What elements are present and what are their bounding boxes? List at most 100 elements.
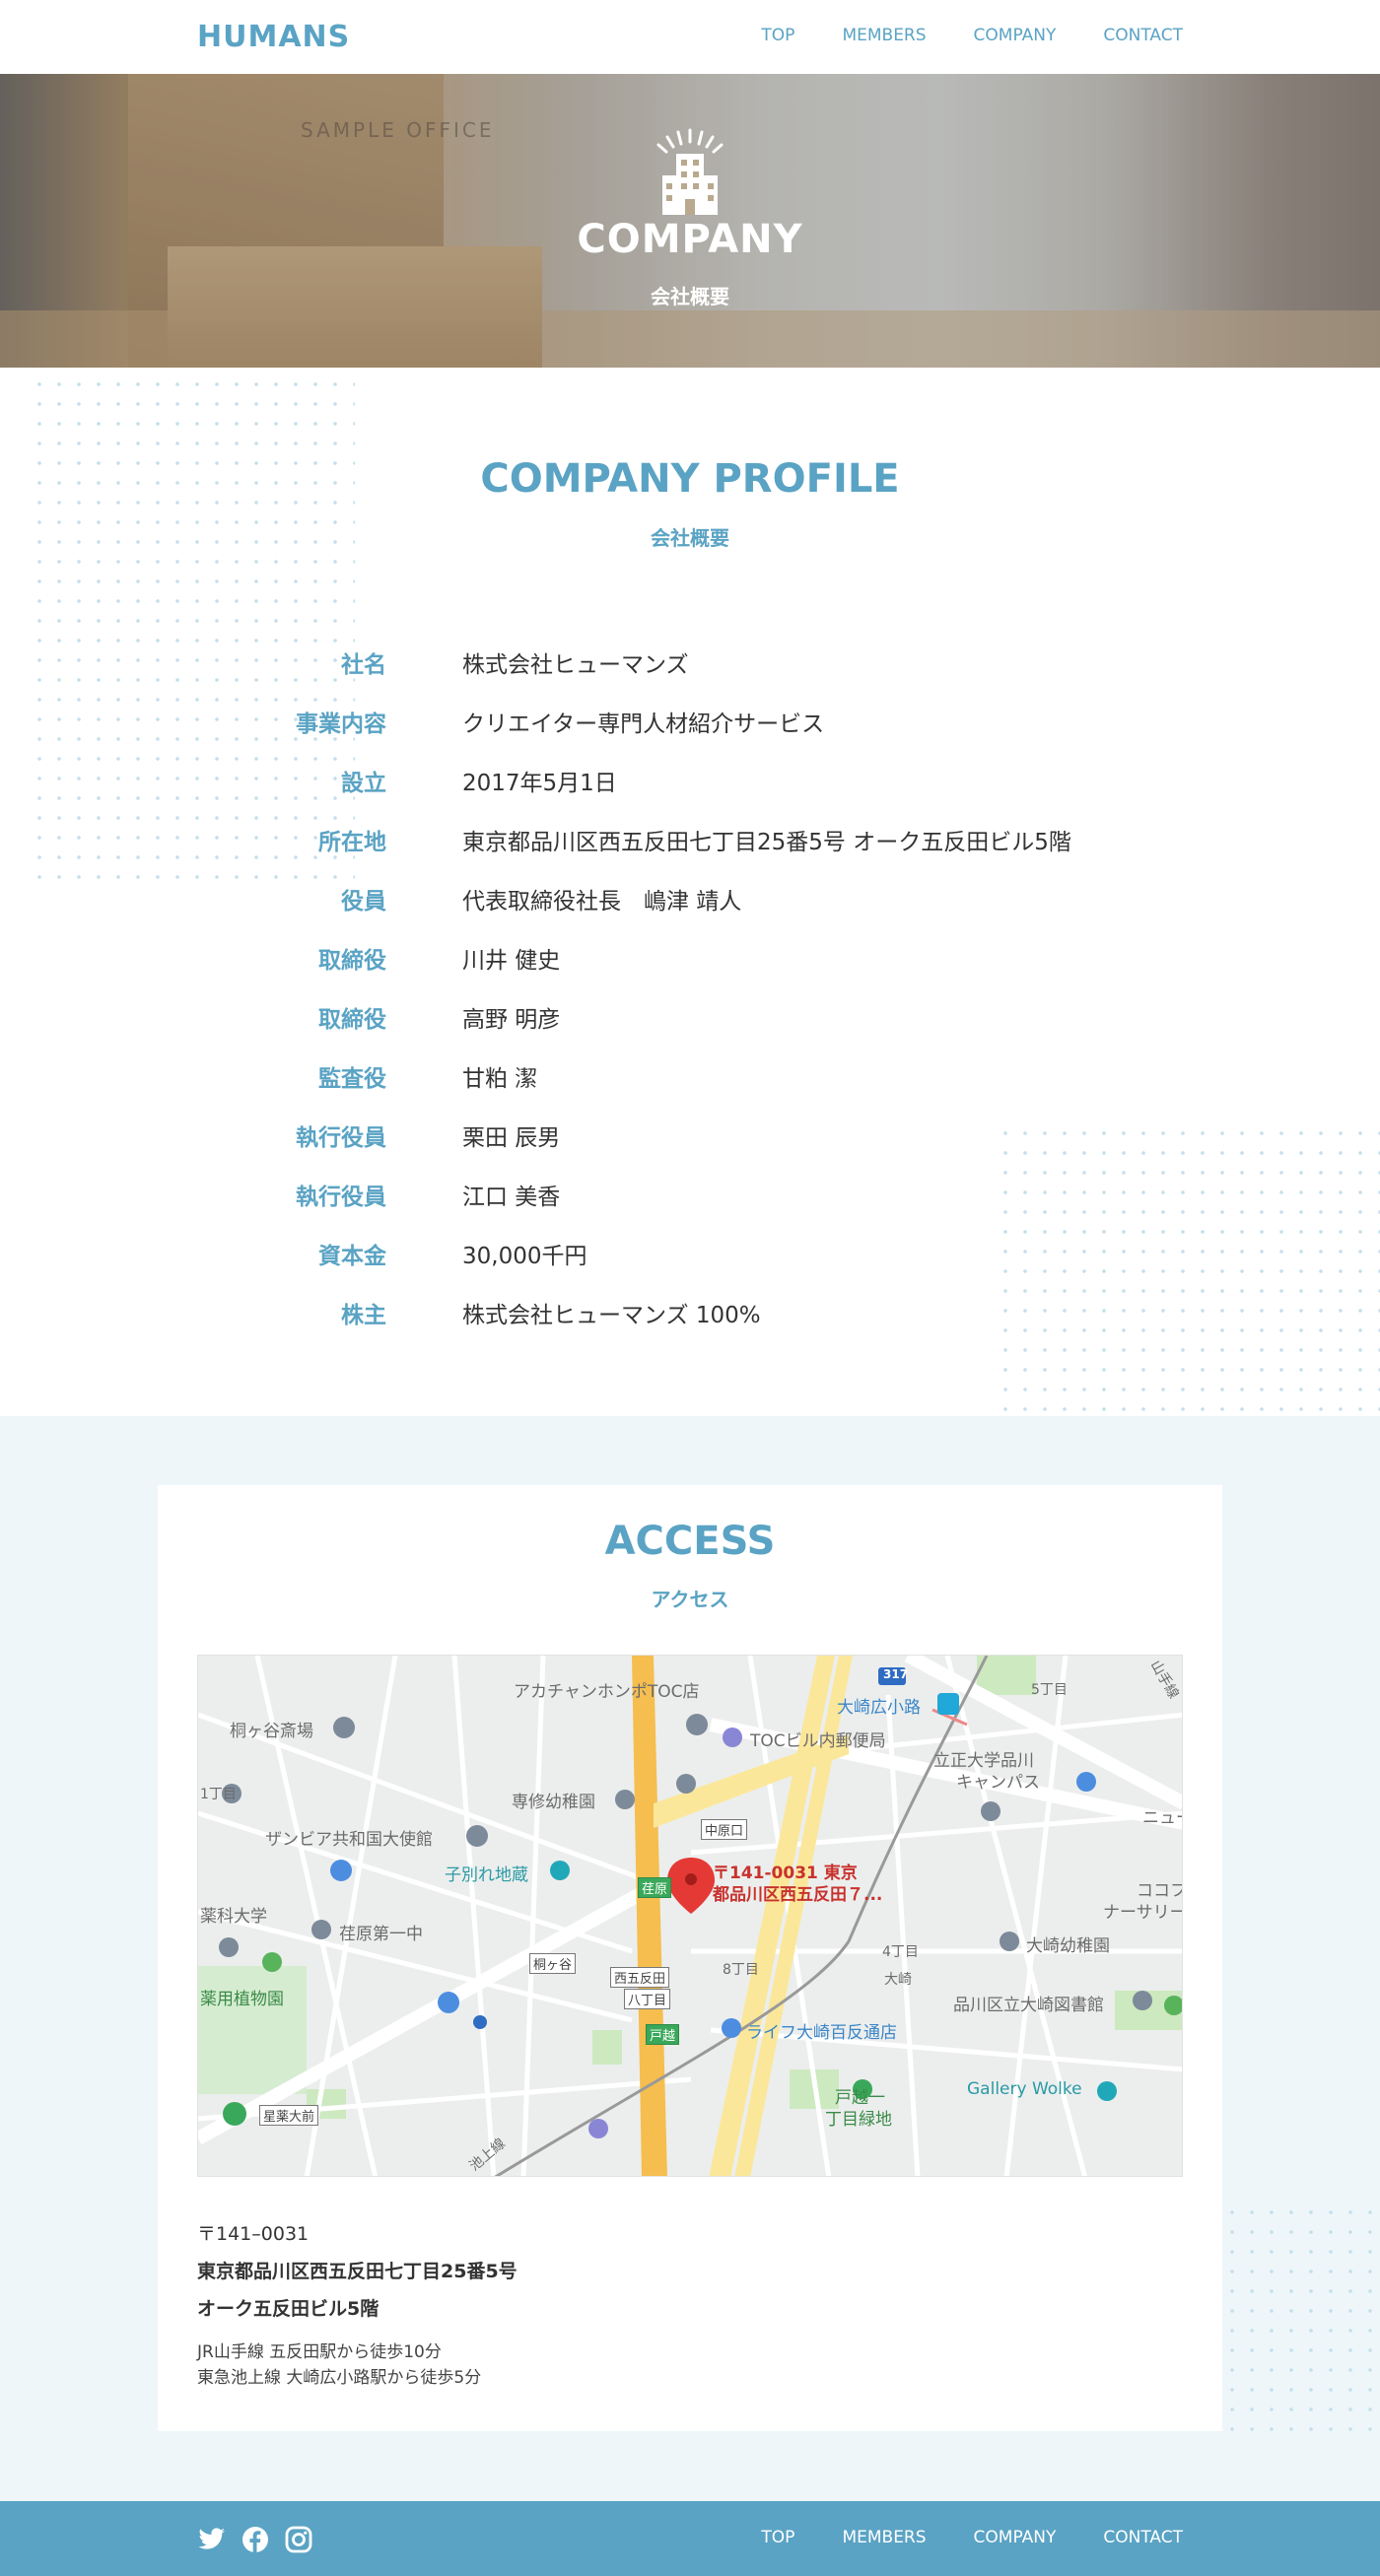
hero-subtitle: 会社概要 [651,285,729,308]
address-line-1: 東京都品川区西五反田七丁目25番5号 [197,2261,518,2282]
map-label: 大崎幼稚園 [1026,1936,1110,1956]
profile-row: 事業内容 クリエイター専門人材紹介サービス [197,692,1183,751]
access-subtitle: アクセス [651,1588,729,1611]
map-sign: 荏原 [638,1877,672,1898]
profile-value: 東京都品川区西五反田七丁目25番5号 オーク五反田ビル5階 [462,830,1071,855]
profile-value: 江口 美香 [462,1185,561,1210]
footer-nav-members[interactable]: MEMBERS [842,2528,926,2547]
profile-label: 取締役 [318,948,386,974]
profile-row: 社名 株式会社ヒューマンズ [197,633,1183,692]
map-sign: 桐ヶ谷 [529,1953,577,1974]
map-label: ニュー [1142,1808,1182,1828]
profile-row: 株主 株式会社ヒューマンズ 100% [197,1283,1183,1342]
nav-contact[interactable]: CONTACT [1103,26,1183,45]
main-nav: TOP MEMBERS COMPANY CONTACT [761,26,1183,45]
map-label: 荏原第一中 [339,1925,423,1944]
profile-subtitle: 会社概要 [651,526,729,550]
map-label: アカチャンホンポTOC店 [514,1682,700,1702]
footer-nav: TOP MEMBERS COMPANY CONTACT [761,2528,1183,2547]
profile-table: 社名 株式会社ヒューマンズ 事業内容 クリエイター専門人材紹介サービス 設立 2017… [197,633,1183,1342]
address-line-2: オーク五反田ビル5階 [197,2298,380,2320]
access-title: ACCESS [604,1519,776,1564]
map-label: ライフ大崎百反通店 [746,2023,897,2043]
map-label: 丁目緑地 [825,2110,892,2130]
map-label: 薬用植物園 [200,1990,284,2009]
nav-members[interactable]: MEMBERS [842,26,926,45]
map-label: 品川区立大崎図書館 [953,1996,1104,2015]
map-label: 1丁目 [200,1787,237,1802]
building-icon [656,128,724,215]
directions-line-2: 東急池上線 大崎広小路駅から徒歩5分 [197,2368,482,2388]
profile-label: 監査役 [318,1066,386,1092]
map-label: 大崎広小路 [837,1698,921,1718]
profile-row: 設立 2017年5月1日 [197,751,1183,810]
map-label: ザンビア共和国大使館 [265,1830,433,1850]
directions-line-1: JR山手線 五反田駅から徒歩10分 [197,2342,442,2362]
profile-label: 資本金 [318,1244,386,1269]
profile-value: 代表取締役社長 嶋津 靖人 [462,889,742,915]
map-label: 5丁目 [1031,1682,1068,1698]
profile-label: 設立 [341,771,386,796]
profile-label: 役員 [341,889,386,915]
profile-row: 取締役 川井 健史 [197,928,1183,987]
google-map[interactable]: アカチャンホンポTOC店 大崎広小路 TOCビル内郵便局 桐ヶ谷斎場 立正大学品… [197,1655,1183,2177]
map-label: TOCビル内郵便局 [750,1731,886,1751]
profile-value: 高野 明彦 [462,1007,561,1033]
profile-row: 執行役員 江口 美香 [197,1165,1183,1224]
nav-company[interactable]: COMPANY [974,26,1057,45]
map-pin-label-line1: 〒141-0031 東京 [713,1864,858,1883]
profile-label: 事業内容 [296,712,386,737]
map-label: Gallery Wolke [967,2079,1082,2099]
map-label: 桐ヶ谷斎場 [230,1722,313,1741]
hero-banner: SAMPLE OFFICE COMPANY 会社概要 [0,74,1380,368]
map-label: 8丁目 [723,1962,759,1978]
profile-row: 取締役 高野 明彦 [197,987,1183,1047]
map-label: 大崎 [884,1972,912,1988]
profile-value: 株式会社ヒューマンズ [462,652,689,678]
map-label: 薬科大学 [200,1907,267,1927]
profile-value: 株式会社ヒューマンズ 100% [462,1303,761,1328]
site-footer: TOP MEMBERS COMPANY CONTACT [0,2501,1380,2576]
profile-row: 執行役員 栗田 辰男 [197,1106,1183,1165]
profile-row: 所在地 東京都品川区西五反田七丁目25番5号 オーク五反田ビル5階 [197,810,1183,869]
profile-value: 2017年5月1日 [462,771,617,796]
twitter-icon[interactable] [197,2525,227,2554]
map-sign: 星薬大前 [259,2105,319,2126]
profile-label: 所在地 [318,830,386,855]
profile-value: 甘粕 潔 [462,1066,538,1092]
profile-label: 執行役員 [296,1125,386,1151]
map-route-badge: 317 [883,1667,909,1681]
profile-row: 資本金 30,000千円 [197,1224,1183,1283]
nav-top[interactable]: TOP [761,26,794,45]
profile-value: 栗田 辰男 [462,1125,561,1151]
facebook-icon[interactable] [241,2525,270,2554]
social-links [197,2525,313,2554]
map-label: 専修幼稚園 [512,1793,595,1812]
profile-row: 監査役 甘粕 潔 [197,1047,1183,1106]
profile-value: クリエイター専門人材紹介サービス [462,712,825,737]
site-header: HUMANS TOP MEMBERS COMPANY CONTACT [0,0,1380,74]
profile-label: 取締役 [318,1007,386,1033]
profile-title: COMPANY PROFILE [480,456,900,502]
profile-label: 株主 [341,1303,386,1328]
instagram-icon[interactable] [284,2525,313,2554]
map-sign: 八丁目 [624,1989,671,2009]
profile-row: 役員 代表取締役社長 嶋津 靖人 [197,869,1183,928]
footer-nav-top[interactable]: TOP [761,2528,794,2547]
profile-value: 川井 健史 [462,948,561,974]
map-label: ナーサリー [1103,1903,1183,1923]
postal-code: 〒141–0031 [197,2223,310,2245]
map-sign: 中原口 [701,1819,748,1840]
map-pin-label-line2: 都品川区西五反田７... [713,1885,883,1905]
map-label: 4丁目 [882,1944,919,1960]
site-logo[interactable]: HUMANS [197,20,350,54]
map-sign: 西五反田 [610,1967,670,1988]
footer-nav-company[interactable]: COMPANY [974,2528,1057,2547]
profile-label: 執行役員 [296,1185,386,1210]
map-sign: 戸越 [646,2024,680,2045]
profile-value: 30,000千円 [462,1244,587,1269]
map-pin-label: 〒141-0031 東京 都品川区西五反田７... [713,1863,882,1906]
map-label: キャンパス [956,1773,1040,1793]
footer-nav-contact[interactable]: CONTACT [1103,2528,1183,2547]
map-label: 子別れ地蔵 [445,1865,528,1885]
